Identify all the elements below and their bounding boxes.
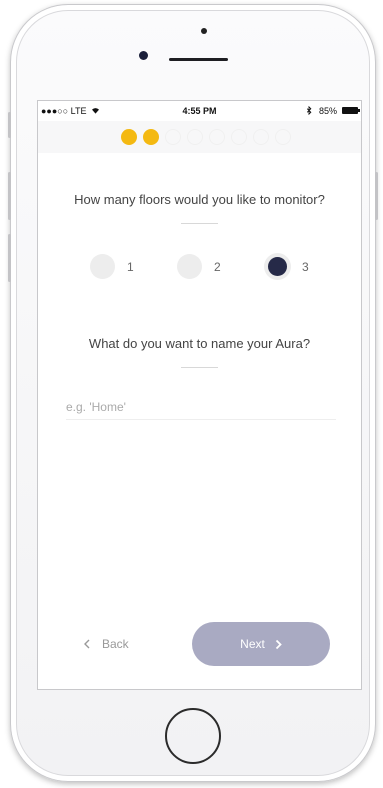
front-camera [139, 51, 148, 60]
floor-option-label: 3 [302, 259, 309, 274]
floors-divider [181, 223, 218, 224]
power-button [375, 172, 378, 220]
next-button[interactable]: Next [192, 622, 330, 666]
radio-button[interactable] [90, 254, 115, 279]
back-label: Back [102, 637, 129, 651]
proximity-sensor [201, 28, 207, 34]
name-divider [181, 367, 218, 368]
status-bar: ●●●○○ LTE 4:55 PM 85% [38, 101, 361, 121]
progress-dot [143, 129, 159, 145]
name-question: What do you want to name your Aura? [88, 336, 311, 351]
aura-name-input[interactable] [66, 395, 336, 420]
progress-dot [121, 129, 137, 145]
chevron-right-icon [275, 639, 282, 649]
progress-dot [253, 129, 269, 145]
radio-button-selected[interactable] [268, 257, 287, 276]
bluetooth-icon [307, 105, 312, 116]
step-progress [121, 129, 291, 145]
next-label: Next [240, 637, 265, 651]
floor-option-label: 1 [127, 259, 134, 274]
progress-dot [187, 129, 203, 145]
chevron-left-icon [84, 639, 90, 649]
floor-option-1[interactable]: 1 [90, 254, 134, 279]
progress-dot [275, 129, 291, 145]
back-button[interactable]: Back [84, 637, 129, 651]
floors-question: How many floors would you like to monito… [74, 192, 325, 207]
floor-options: 1 2 3 [38, 254, 361, 280]
progress-dot [165, 129, 181, 145]
battery-status: 85% [306, 105, 337, 116]
home-button[interactable] [165, 708, 221, 764]
app-screen: ●●●○○ LTE 4:55 PM 85% How many floors wo… [37, 100, 362, 690]
mute-switch [8, 112, 11, 138]
volume-down-button [8, 234, 11, 282]
battery-percent: 85% [318, 106, 337, 116]
floor-option-2[interactable]: 2 [177, 254, 221, 279]
earpiece-speaker [169, 58, 228, 61]
progress-dot [231, 129, 247, 145]
volume-up-button [8, 172, 11, 220]
battery-icon [342, 107, 360, 114]
floor-option-3[interactable]: 3 [265, 254, 309, 279]
radio-button[interactable] [177, 254, 202, 279]
floor-option-label: 2 [214, 259, 221, 274]
progress-dot [209, 129, 225, 145]
